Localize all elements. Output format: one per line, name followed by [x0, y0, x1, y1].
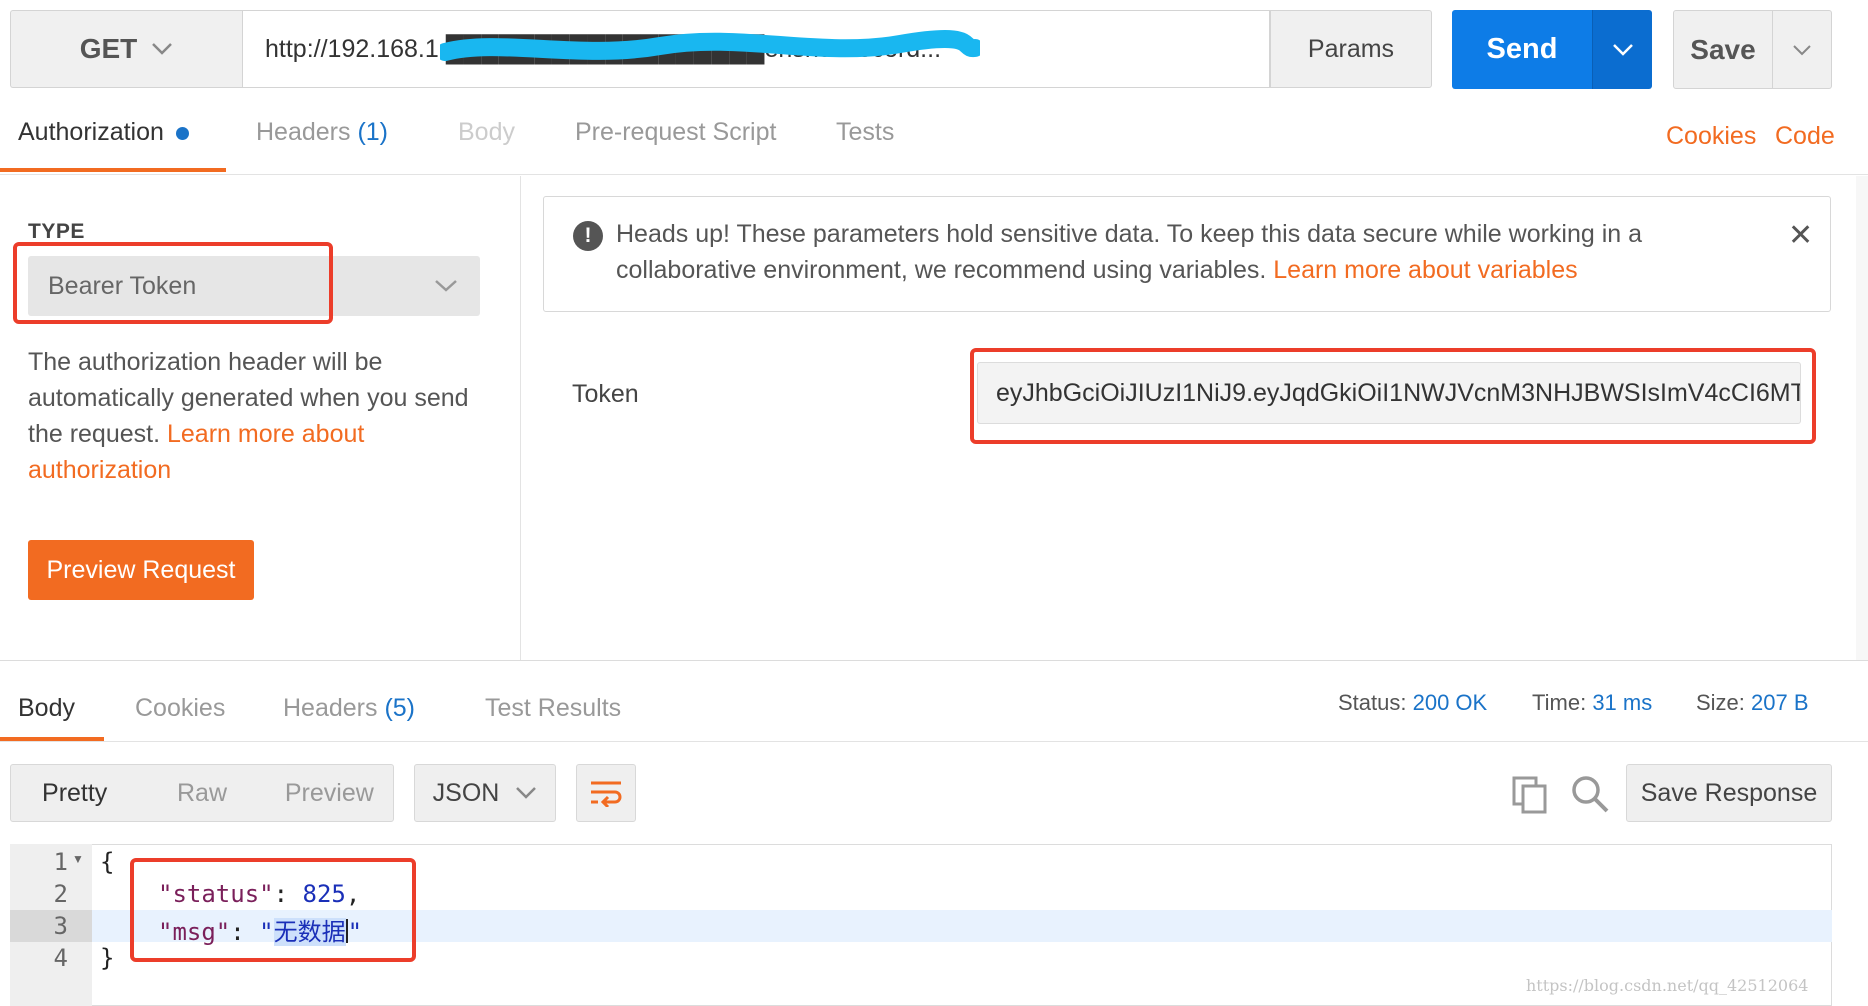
send-options-button[interactable]	[1592, 10, 1652, 89]
line-number: 3	[53, 912, 68, 940]
size-label: Size:	[1696, 690, 1745, 715]
wrap-lines-icon	[591, 781, 622, 807]
panel-divider	[520, 176, 521, 660]
response-tab-cookies[interactable]: Cookies	[135, 694, 225, 723]
time-value: 31 ms	[1592, 690, 1653, 715]
json-close-brace: }	[100, 944, 115, 972]
send-button[interactable]: Send	[1452, 10, 1592, 89]
close-icon[interactable]: ✕	[1788, 218, 1813, 253]
token-label: Token	[572, 380, 639, 408]
annotation-box-token	[970, 348, 1816, 444]
params-button[interactable]: Params	[1270, 10, 1432, 88]
format-select[interactable]: JSON	[414, 764, 556, 822]
tab-label: Headers	[283, 694, 378, 722]
response-time: Time: 31 ms	[1532, 690, 1652, 716]
view-pretty[interactable]: Pretty	[11, 779, 138, 808]
headers-count: (1)	[357, 118, 389, 146]
exclamation-icon: !	[573, 221, 603, 251]
response-size: Size: 207 B	[1696, 690, 1809, 716]
chevron-down-icon	[435, 280, 457, 292]
annotation-box-type	[13, 242, 333, 324]
chevron-down-icon	[516, 787, 537, 799]
format-value: JSON	[432, 778, 500, 807]
view-preview[interactable]: Preview	[266, 779, 393, 808]
json-open-brace: {	[100, 848, 115, 876]
learn-more-variables-link[interactable]: Learn more about variables	[1273, 256, 1577, 284]
chevron-down-icon	[1612, 43, 1633, 56]
active-tab-indicator	[0, 168, 226, 172]
save-button[interactable]: Save	[1673, 10, 1773, 89]
response-headers-count: (5)	[384, 694, 416, 722]
copy-icon[interactable]	[1512, 776, 1548, 814]
view-mode-toggle: Pretty Raw Preview	[10, 764, 394, 822]
preview-request-button[interactable]: Preview Request	[28, 540, 254, 600]
tab-label: Authorization	[18, 118, 164, 146]
status-value: 200 OK	[1412, 690, 1488, 715]
response-status: Status: 200 OK	[1338, 690, 1487, 716]
response-divider	[0, 660, 1868, 661]
tab-prerequest-script[interactable]: Pre-request Script	[575, 118, 776, 147]
fold-arrow-icon[interactable]: ▼	[72, 852, 84, 866]
annotation-box-response	[130, 858, 416, 962]
panel-scrollbar[interactable]	[1856, 176, 1868, 660]
tab-label: Headers	[256, 118, 351, 146]
chevron-down-icon	[1793, 44, 1811, 55]
search-icon[interactable]	[1570, 774, 1610, 814]
redaction-scribble	[440, 30, 980, 61]
tab-authorization[interactable]: Authorization	[18, 118, 189, 147]
method-label: GET	[79, 33, 138, 64]
view-raw[interactable]: Raw	[138, 779, 265, 808]
tab-headers[interactable]: Headers (1)	[256, 118, 388, 147]
code-link[interactable]: Code	[1775, 122, 1835, 151]
response-tab-test-results[interactable]: Test Results	[485, 694, 621, 723]
save-response-button[interactable]: Save Response	[1626, 764, 1832, 822]
watermark: https://blog.csdn.net/qq_42512064	[1526, 976, 1809, 995]
line-number: 4	[53, 944, 68, 972]
alert-text: Heads up! These parameters hold sensitiv…	[616, 216, 1736, 288]
method-select[interactable]: GET	[10, 10, 242, 88]
wrap-lines-button[interactable]	[576, 764, 636, 822]
line-number: 2	[53, 880, 68, 908]
tabs-divider	[0, 174, 1868, 175]
code-line-1: {	[100, 848, 114, 876]
auth-help-text: The authorization header will be automat…	[28, 344, 488, 488]
tab-tests[interactable]: Tests	[836, 118, 894, 147]
response-tab-body[interactable]: Body	[18, 694, 75, 723]
modified-dot-icon	[175, 126, 189, 140]
status-label: Status:	[1338, 690, 1407, 715]
save-options-button[interactable]	[1772, 10, 1832, 89]
code-line-4: }	[100, 944, 114, 972]
chevron-down-icon	[152, 43, 173, 55]
response-tab-headers[interactable]: Headers (5)	[283, 694, 415, 723]
tab-body[interactable]: Body	[458, 118, 515, 147]
response-tabs-divider	[0, 741, 1868, 742]
line-number: 1	[53, 848, 68, 876]
auth-type-label: TYPE	[28, 220, 85, 243]
cookies-link[interactable]: Cookies	[1666, 122, 1756, 151]
time-label: Time:	[1532, 690, 1587, 715]
size-value: 207 B	[1751, 690, 1809, 715]
